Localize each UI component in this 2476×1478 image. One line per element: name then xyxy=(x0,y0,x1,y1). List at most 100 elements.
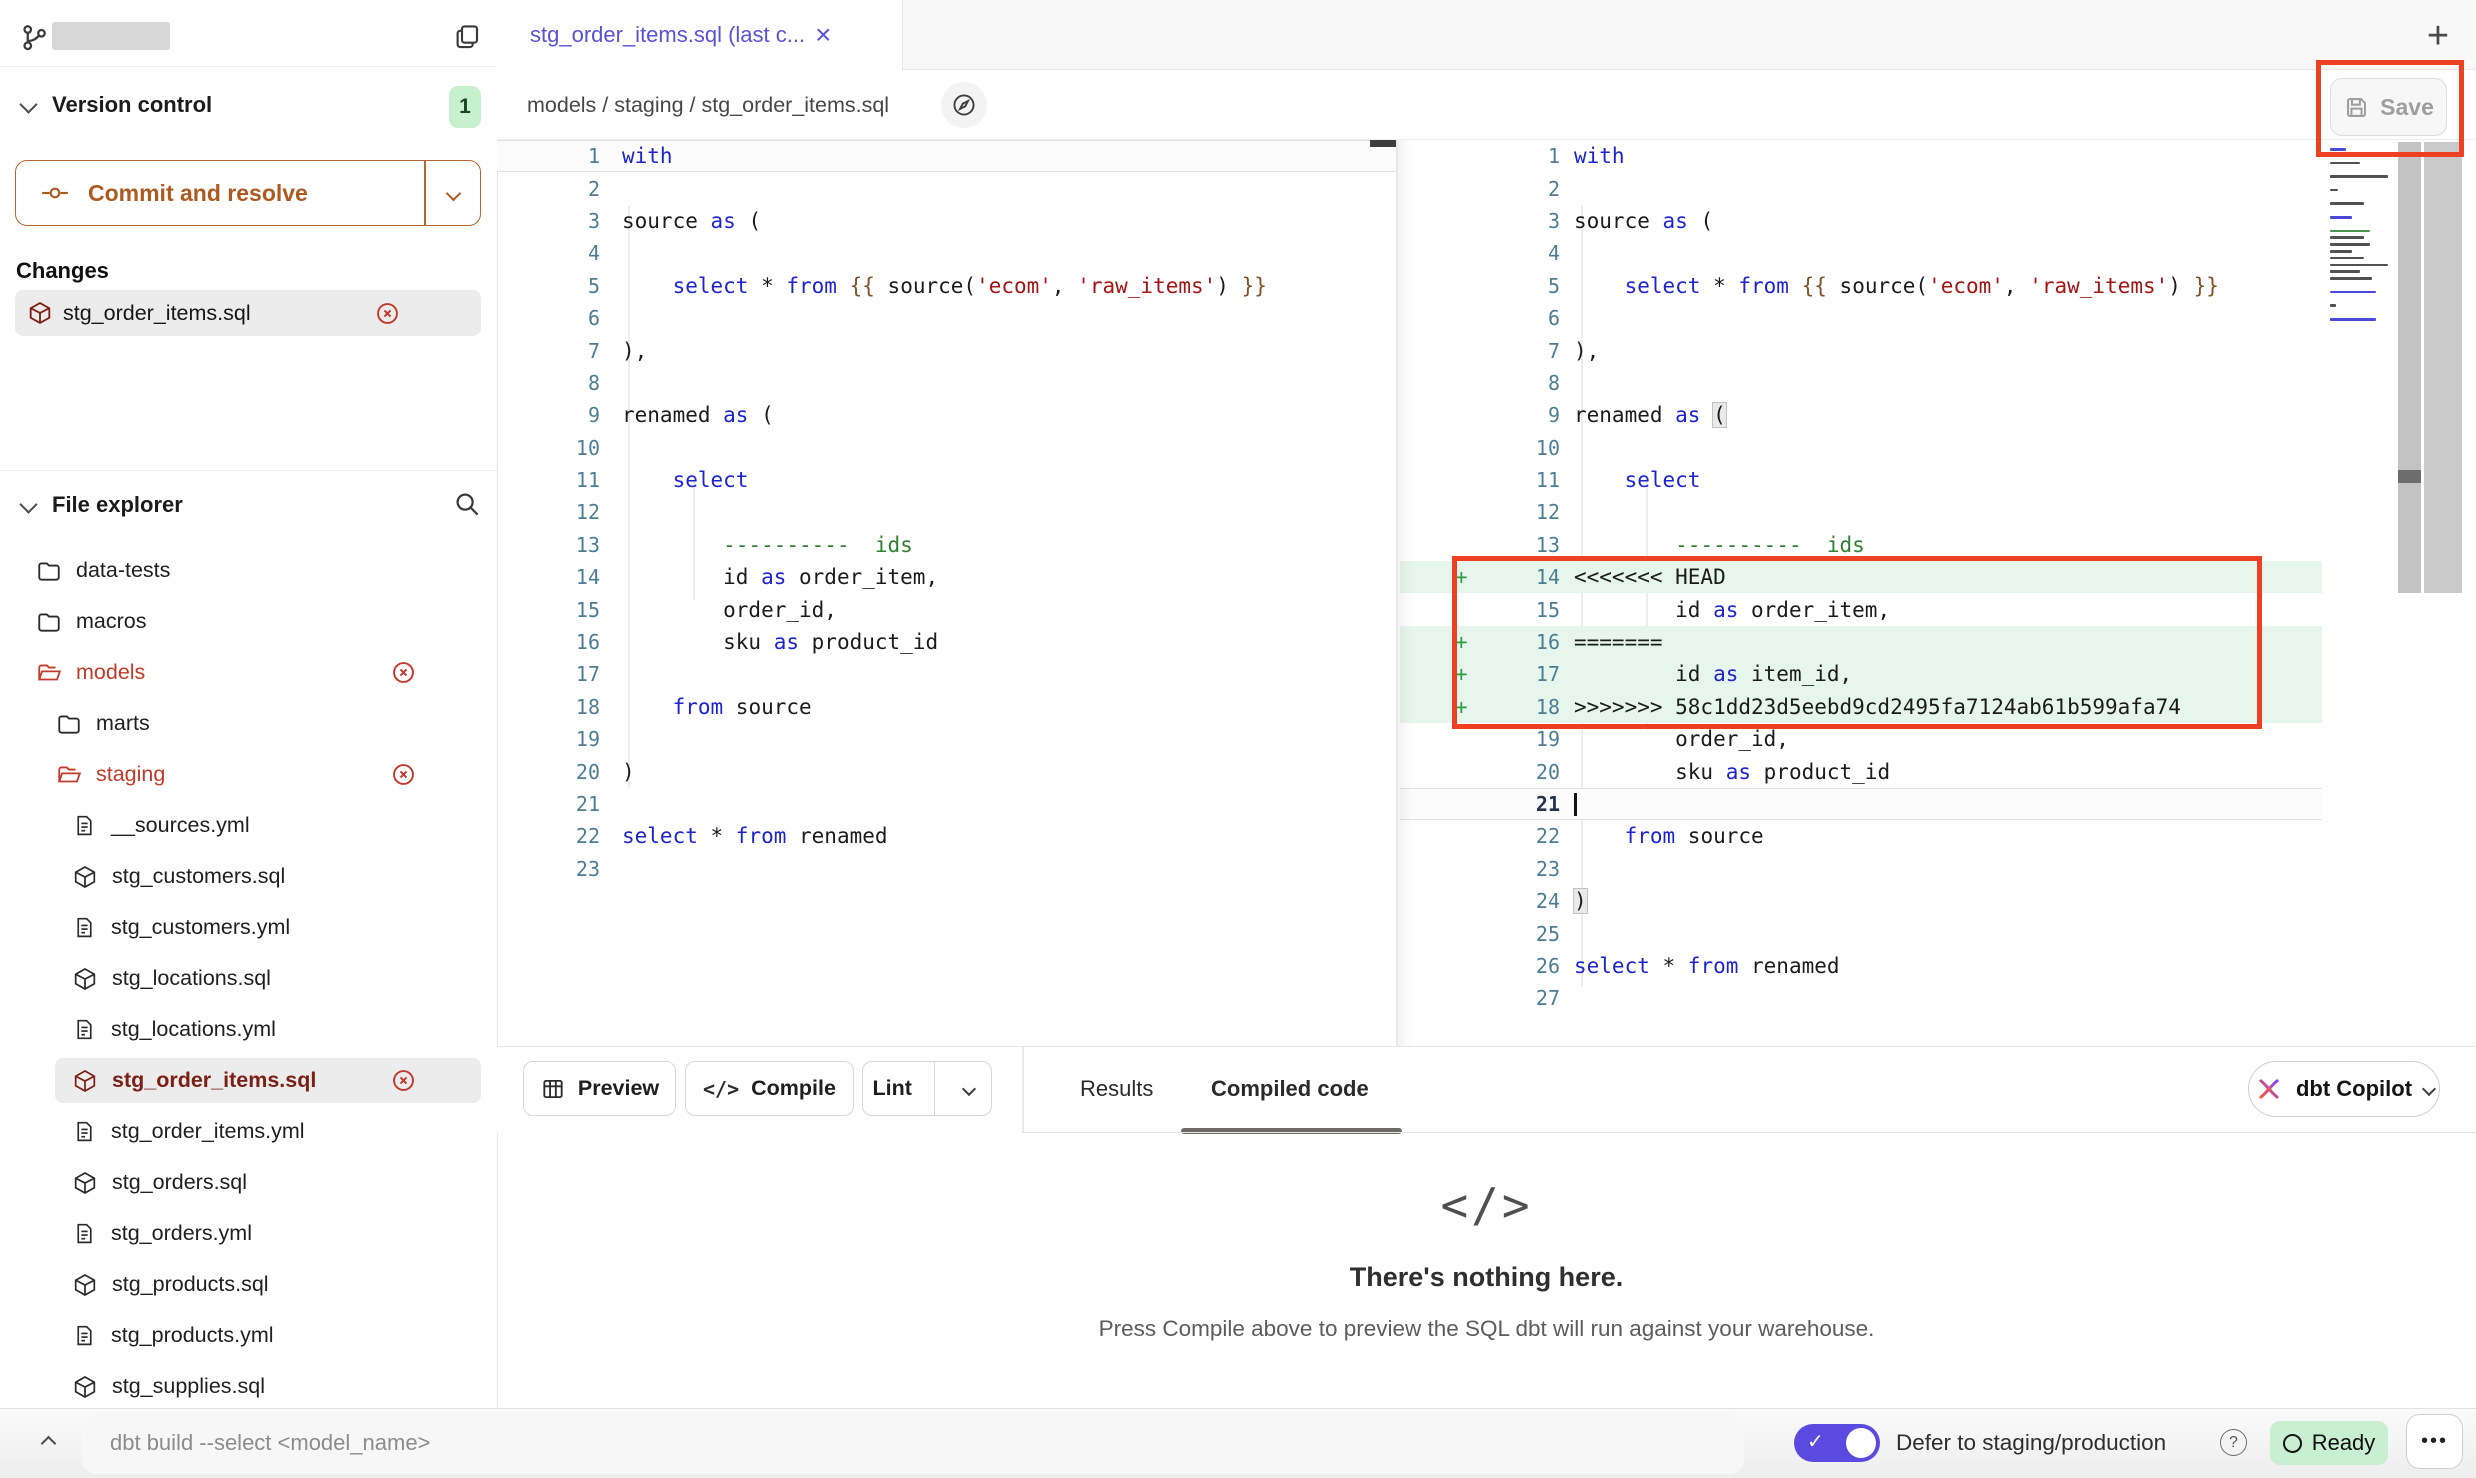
code-line-1[interactable]: 1with xyxy=(497,140,1396,172)
code-line-11[interactable]: 11 select xyxy=(497,464,1396,496)
code-line-3[interactable]: 3source as ( xyxy=(1400,205,2322,237)
code-line-14[interactable]: +14<<<<<<< HEAD xyxy=(1400,561,2322,593)
file-item-stg_locations.yml[interactable]: stg_locations.yml xyxy=(0,1004,497,1055)
commit-dropdown-button[interactable] xyxy=(426,188,480,199)
code-line-14[interactable]: 14 id as order_item, xyxy=(497,561,1396,593)
preview-button[interactable]: Preview xyxy=(523,1061,676,1116)
code-line-13[interactable]: 13 ---------- ids xyxy=(1400,529,2322,561)
code-line-7[interactable]: 7), xyxy=(1400,334,2322,366)
version-control-collapse-icon[interactable] xyxy=(19,95,37,113)
editor-pane-right[interactable]: 1with23source as (45 select * from {{ so… xyxy=(1400,140,2322,1046)
code-line-23[interactable]: 23 xyxy=(1400,853,2322,885)
left-pane-scroll-thumb[interactable] xyxy=(1370,140,1396,147)
code-line-5[interactable]: 5 select * from {{ source('ecom', 'raw_i… xyxy=(497,270,1396,302)
file-item-__sources.yml[interactable]: __sources.yml xyxy=(0,800,497,851)
code-line-4[interactable]: 4 xyxy=(1400,237,2322,269)
git-branch-icon[interactable] xyxy=(19,22,49,52)
file-item-stg_orders.yml[interactable]: stg_orders.yml xyxy=(0,1208,497,1259)
file-item-stg_products.sql[interactable]: stg_products.sql xyxy=(0,1259,497,1310)
editor-pane-left[interactable]: 1with23source as (45 select * from {{ so… xyxy=(497,140,1396,1046)
code-line-24[interactable]: 24) xyxy=(1400,885,2322,917)
code-line-16[interactable]: 16 sku as product_id xyxy=(497,626,1396,658)
code-line-15[interactable]: 15 order_id, xyxy=(497,593,1396,625)
code-line-6[interactable]: 6 xyxy=(497,302,1396,334)
code-line-9[interactable]: 9renamed as ( xyxy=(497,399,1396,431)
code-line-7[interactable]: 7), xyxy=(497,334,1396,366)
code-line-26[interactable]: 26select * from renamed xyxy=(1400,950,2322,982)
code-line-16[interactable]: +16======= xyxy=(1400,626,2322,658)
code-line-5[interactable]: 5 select * from {{ source('ecom', 'raw_i… xyxy=(1400,270,2322,302)
minimap-scrollbar-thumb[interactable] xyxy=(2398,470,2421,483)
code-line-11[interactable]: 11 select xyxy=(1400,464,2322,496)
code-line-13[interactable]: 13 ---------- ids xyxy=(497,529,1396,561)
minimap-scrollbar[interactable] xyxy=(2398,142,2421,593)
code-line-6[interactable]: 6 xyxy=(1400,302,2322,334)
code-line-20[interactable]: 20) xyxy=(497,755,1396,787)
code-line-10[interactable]: 10 xyxy=(1400,432,2322,464)
code-line-2[interactable]: 2 xyxy=(497,172,1396,204)
dbt-copilot-button[interactable]: dbt Copilot xyxy=(2248,1061,2440,1117)
file-explorer-collapse-icon[interactable] xyxy=(19,495,37,513)
code-line-21[interactable]: 21 xyxy=(1400,788,2322,820)
tab-close-icon[interactable]: × xyxy=(815,21,831,49)
file-item-stg_orders.sql[interactable]: stg_orders.sql xyxy=(0,1157,497,1208)
code-line-9[interactable]: 9renamed as ( xyxy=(1400,399,2322,431)
file-item-macros[interactable]: macros xyxy=(0,596,497,647)
code-line-25[interactable]: 25 xyxy=(1400,917,2322,949)
minimap[interactable] xyxy=(2330,148,2394,348)
command-bar-expand-button[interactable] xyxy=(18,1408,78,1478)
tab-stg-order-items[interactable]: stg_order_items.sql (last c... × xyxy=(497,0,903,70)
lineage-compass-button[interactable] xyxy=(941,82,987,128)
code-line-19[interactable]: 19 xyxy=(497,723,1396,755)
file-item-marts[interactable]: marts xyxy=(0,698,497,749)
code-line-21[interactable]: 21 xyxy=(497,788,1396,820)
file-item-models[interactable]: models xyxy=(0,647,497,698)
code-line-12[interactable]: 12 xyxy=(1400,496,2322,528)
code-line-10[interactable]: 10 xyxy=(497,432,1396,464)
code-line-19[interactable]: 19 order_id, xyxy=(1400,723,2322,755)
command-input[interactable]: dbt build --select <model_name> xyxy=(82,1412,1744,1474)
code-line-12[interactable]: 12 xyxy=(497,496,1396,528)
changed-file-row[interactable]: stg_order_items.sql xyxy=(15,290,481,336)
code-line-8[interactable]: 8 xyxy=(1400,367,2322,399)
status-ready-badge[interactable]: Ready xyxy=(2270,1421,2388,1465)
code-line-4[interactable]: 4 xyxy=(497,237,1396,269)
more-options-button[interactable]: ••• xyxy=(2406,1414,2463,1469)
code-line-8[interactable]: 8 xyxy=(497,367,1396,399)
code-line-22[interactable]: 22select * from renamed xyxy=(497,820,1396,852)
tab-results[interactable]: Results xyxy=(1080,1061,1153,1116)
code-line-17[interactable]: 17 xyxy=(497,658,1396,690)
code-line-3[interactable]: 3source as ( xyxy=(497,205,1396,237)
defer-toggle[interactable]: ✓ xyxy=(1794,1424,1880,1462)
copy-icon[interactable] xyxy=(452,22,482,52)
code-line-17[interactable]: +17 id as item_id, xyxy=(1400,658,2322,690)
code-line-1[interactable]: 1with xyxy=(1400,140,2322,172)
file-item-stg_customers.sql[interactable]: stg_customers.sql xyxy=(0,851,497,902)
code-line-22[interactable]: 22 from source xyxy=(1400,820,2322,852)
code-line-23[interactable]: 23 xyxy=(497,853,1396,885)
code-line-15[interactable]: 15 id as order_item, xyxy=(1400,593,2322,625)
file-item-stg_customers.yml[interactable]: stg_customers.yml xyxy=(0,902,497,953)
commit-and-resolve-button[interactable]: Commit and resolve xyxy=(15,160,481,226)
save-button[interactable]: Save xyxy=(2330,78,2447,136)
file-item-stg_supplies.sql[interactable]: stg_supplies.sql xyxy=(0,1361,497,1412)
code-line-27[interactable]: 27 xyxy=(1400,982,2322,1014)
search-icon[interactable] xyxy=(452,489,482,519)
code-line-2[interactable]: 2 xyxy=(1400,172,2322,204)
code-line-20[interactable]: 20 sku as product_id xyxy=(1400,755,2322,787)
tab-compiled-code[interactable]: Compiled code xyxy=(1211,1061,1369,1116)
help-icon[interactable]: ? xyxy=(2220,1429,2247,1456)
file-item-data-tests[interactable]: data-tests xyxy=(0,545,497,596)
editor-scrollbar[interactable] xyxy=(2424,142,2462,593)
new-tab-button[interactable]: + xyxy=(2412,10,2464,62)
file-item-stg_order_items.yml[interactable]: stg_order_items.yml xyxy=(0,1106,497,1157)
file-item-stg_locations.sql[interactable]: stg_locations.sql xyxy=(0,953,497,1004)
file-item-staging[interactable]: staging xyxy=(0,749,497,800)
lint-dropdown-button[interactable] xyxy=(947,1084,991,1094)
code-line-18[interactable]: +18>>>>>>> 58c1dd23d5eebd9cd2495fa7124ab… xyxy=(1400,691,2322,723)
lint-button[interactable]: Lint xyxy=(862,1061,992,1116)
compile-button[interactable]: </> Compile xyxy=(685,1061,854,1116)
file-item-stg_order_items.sql[interactable]: stg_order_items.sql xyxy=(0,1055,497,1106)
code-line-18[interactable]: 18 from source xyxy=(497,691,1396,723)
file-item-stg_products.yml[interactable]: stg_products.yml xyxy=(0,1310,497,1361)
